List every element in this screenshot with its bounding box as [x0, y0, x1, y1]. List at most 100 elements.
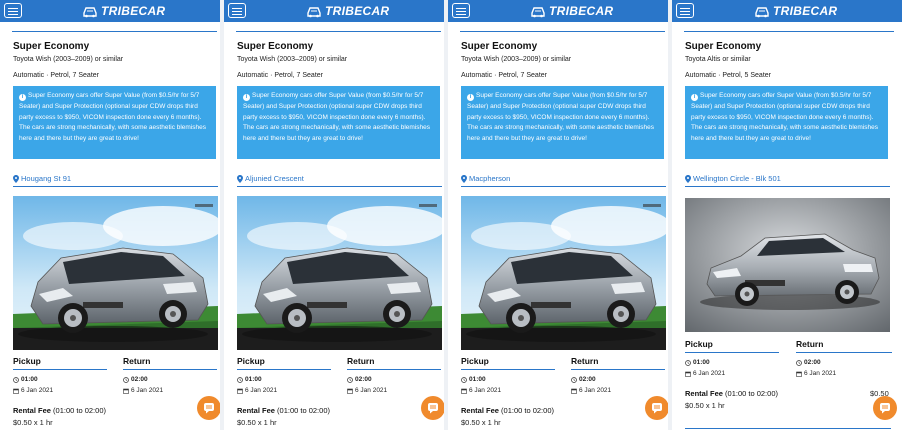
clock-icon [461, 376, 467, 383]
car-photo [461, 196, 666, 350]
location-name: Hougang St 91 [21, 174, 72, 183]
rental-fee-calc: $0.50 x 1 hr [461, 418, 501, 427]
car-specs: Automatic · Petrol, 7 Seater [237, 72, 323, 79]
hamburger-menu-icon[interactable] [676, 3, 694, 18]
chat-bubble-icon [204, 403, 214, 414]
car-model: Toyota Wish (2003–2009) or similar [461, 56, 572, 63]
rental-fee-range: (01:00 to 02:00) [53, 406, 106, 415]
pickup-time: 01:00 [237, 376, 262, 383]
return-time-value: 02:00 [579, 376, 596, 383]
car-photo [685, 198, 890, 332]
location-link[interactable]: Aljunied Crescent [237, 174, 304, 183]
return-date-value: 6 Jan 2021 [355, 387, 388, 394]
plan-info-box: i Super Economy cars offer Super Value (f… [461, 86, 664, 159]
clock-icon [237, 376, 243, 383]
car-logo-icon [531, 7, 545, 18]
rental-fee-range: (01:00 to 02:00) [277, 406, 330, 415]
plan-title: Super Economy [685, 41, 762, 52]
brand-name: TRIBECAR [101, 4, 166, 18]
location-link[interactable]: Wellington Circle - Blk 501 [685, 174, 781, 183]
chat-button[interactable] [645, 396, 668, 420]
car-photo [237, 196, 442, 350]
hamburger-menu-icon[interactable] [228, 3, 246, 18]
pickup-date: 6 Jan 2021 [461, 387, 501, 394]
chat-bubble-icon [880, 403, 890, 414]
return-divider [347, 369, 441, 370]
location-name: Macpherson [469, 174, 511, 183]
section-divider [236, 31, 441, 32]
app-header: TRIBECAR [448, 0, 668, 22]
pickup-heading: Pickup [237, 356, 265, 366]
pickup-divider [237, 369, 331, 370]
chat-button[interactable] [421, 396, 444, 420]
return-time-value: 02:00 [804, 359, 821, 366]
pickup-date: 6 Jan 2021 [13, 387, 53, 394]
calendar-icon [347, 388, 353, 394]
plan-info-box: i Super Economy cars offer Super Value (f… [13, 86, 216, 159]
app-header: TRIBECAR [0, 0, 220, 22]
pickup-date-value: 6 Jan 2021 [245, 387, 278, 394]
pickup-heading: Pickup [685, 339, 713, 349]
car-specs: Automatic · Petrol, 5 Seater [685, 72, 771, 79]
rental-fee-label: Rental Fee (01:00 to 02:00) [13, 406, 106, 415]
return-time: 02:00 [123, 376, 148, 383]
rental-fee-title: Rental Fee [13, 406, 51, 415]
calendar-icon [461, 388, 467, 394]
chat-button[interactable] [197, 396, 220, 420]
return-divider [571, 369, 665, 370]
app-header: TRIBECAR [672, 0, 902, 22]
section-divider [460, 31, 665, 32]
pickup-date-value: 6 Jan 2021 [469, 387, 502, 394]
pickup-date-value: 6 Jan 2021 [693, 370, 726, 377]
car-logo-icon [755, 7, 769, 18]
return-date: 6 Jan 2021 [796, 370, 836, 377]
return-time: 02:00 [347, 376, 372, 383]
location-link[interactable]: Hougang St 91 [13, 174, 71, 183]
hamburger-menu-icon[interactable] [452, 3, 470, 18]
clock-icon [347, 376, 353, 383]
clock-icon [13, 376, 19, 383]
hamburger-menu-icon[interactable] [4, 3, 22, 18]
location-divider [685, 186, 890, 187]
pickup-date: 6 Jan 2021 [685, 370, 725, 377]
car-model: Toyota Wish (2003–2009) or similar [13, 56, 124, 63]
brand-name: TRIBECAR [549, 4, 614, 18]
return-time-value: 02:00 [355, 376, 372, 383]
booking-panel-2: TRIBECAR Super Economy Toyota Wish (2003… [224, 0, 444, 430]
plan-title: Super Economy [461, 41, 538, 52]
location-link[interactable]: Macpherson [461, 174, 510, 183]
car-model: Toyota Wish (2003–2009) or similar [237, 56, 348, 63]
section-divider [684, 31, 894, 32]
plan-info-box: i Super Economy cars offer Super Value (f… [685, 86, 888, 159]
pickup-time-value: 01:00 [21, 376, 38, 383]
location-divider [13, 186, 218, 187]
return-date-value: 6 Jan 2021 [804, 370, 837, 377]
car-model: Toyota Altis or similar [685, 56, 751, 63]
section-divider [12, 31, 217, 32]
location-divider [461, 186, 666, 187]
pickup-heading: Pickup [461, 356, 489, 366]
map-pin-icon [13, 174, 19, 183]
return-date-value: 6 Jan 2021 [131, 387, 164, 394]
clock-icon [796, 359, 802, 366]
brand-logo[interactable]: TRIBECAR [82, 3, 165, 19]
rental-fee-title: Rental Fee [685, 389, 723, 398]
car-photo [13, 196, 218, 350]
brand-logo[interactable]: TRIBECAR [306, 3, 389, 19]
pickup-divider [685, 352, 779, 353]
car-specs: Automatic · Petrol, 7 Seater [461, 72, 547, 79]
plan-title: Super Economy [237, 41, 314, 52]
pickup-date: 6 Jan 2021 [237, 387, 277, 394]
pickup-date-value: 6 Jan 2021 [21, 387, 54, 394]
brand-logo[interactable]: TRIBECAR [754, 3, 837, 19]
brand-logo[interactable]: TRIBECAR [530, 3, 613, 19]
car-image [461, 196, 666, 350]
info-circle-icon: i [467, 94, 474, 101]
return-heading: Return [571, 356, 599, 366]
location-name: Aljunied Crescent [245, 174, 304, 183]
rental-fee-range: (01:00 to 02:00) [725, 389, 778, 398]
plan-info-text: Super Economy cars offer Super Value (fr… [691, 92, 879, 143]
location-divider [237, 186, 442, 187]
rental-fee-label: Rental Fee (01:00 to 02:00) [461, 406, 554, 415]
chat-button[interactable] [873, 396, 897, 420]
